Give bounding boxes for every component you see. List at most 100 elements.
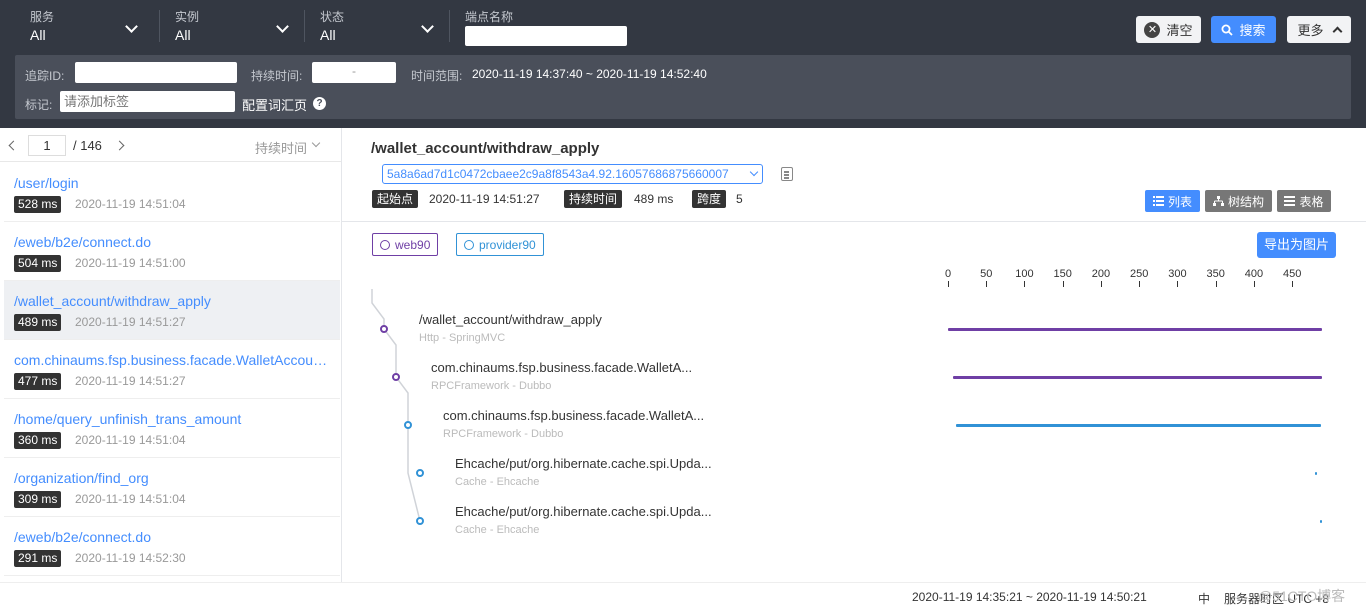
trace-list-item[interactable]: /organization/find_org 309 ms 2020-11-19 1… [4, 458, 340, 517]
instance-select-value: All [175, 27, 191, 43]
trace-timestamp: 2020-11-19 14:51:27 [75, 374, 186, 388]
prev-page-icon[interactable] [8, 140, 19, 151]
export-image-button[interactable]: 导出为图片 [1257, 232, 1336, 258]
instance-select[interactable]: 实例 All [175, 8, 293, 44]
trace-id-input[interactable] [75, 62, 237, 83]
service-select[interactable]: 服务 All [30, 8, 142, 44]
span-component: Cache - Ehcache [455, 476, 540, 488]
trace-timestamp: 2020-11-19 14:51:00 [75, 256, 186, 270]
trace-duration-badge: 489 ms [14, 314, 62, 331]
trace-endpoint[interactable]: /eweb/b2e/connect.do [14, 529, 328, 545]
span-duration-bar[interactable] [948, 328, 1322, 331]
trace-endpoint[interactable]: com.chinaums.fsp.business.facade.WalletA… [14, 352, 328, 368]
span-node[interactable] [380, 325, 388, 333]
axis-tick-label: 200 [1091, 268, 1111, 280]
footer-time-range[interactable]: 2020-11-19 14:35:21 ~ 2020-11-19 14:50:2… [912, 590, 1147, 604]
span-node[interactable] [416, 517, 424, 525]
spans-value: 5 [736, 192, 743, 206]
trace-list-item[interactable]: /wallet_account/withdraw_apply 489 ms 2020… [4, 281, 340, 340]
axis-tick-label: 450 [1282, 268, 1302, 280]
trace-duration-badge: 528 ms [14, 196, 62, 213]
span-name[interactable]: com.chinaums.fsp.business.facade.WalletA… [443, 408, 704, 423]
trace-endpoint[interactable]: /user/login [14, 175, 328, 191]
axis-tick [1177, 281, 1179, 287]
duration-range-input[interactable]: - [312, 62, 396, 83]
duration-tag: 持续时间 [564, 190, 623, 208]
language-toggle[interactable]: 中 [1198, 590, 1210, 607]
trace-id-value: 5a8a6ad7d1c0472cbaee2c9a8f8543a4.92.1605… [387, 167, 729, 181]
axis-tick-label: 300 [1168, 268, 1187, 280]
more-button[interactable]: 更多 [1287, 16, 1351, 43]
tags-input[interactable] [60, 91, 235, 112]
axis-tick-label: 400 [1244, 268, 1264, 280]
page-total: / 146 [73, 138, 102, 153]
trace-id-select[interactable]: 5a8a6ad7d1c0472cbaee2c9a8f8543a4.92.1605… [382, 164, 763, 184]
duration-separator: - [352, 64, 356, 78]
axis-tick [1139, 281, 1141, 287]
service-select-value: All [30, 27, 46, 43]
time-range-label: 时间范围: [411, 69, 463, 83]
span-component: RPCFramework - Dubbo [431, 380, 552, 392]
span-duration-bar[interactable] [1315, 472, 1318, 475]
config-vocab-link[interactable]: 配置词汇页 [242, 95, 307, 114]
trace-endpoint[interactable]: /home/query_unfinish_trans_amount [14, 411, 328, 427]
span-node[interactable] [416, 469, 424, 477]
axis-tick [1024, 281, 1026, 287]
next-page-icon[interactable] [114, 140, 125, 151]
clear-button[interactable]: ✕ 清空 [1136, 16, 1201, 43]
tree-icon [1212, 196, 1224, 206]
status-select[interactable]: 状态 All [320, 8, 438, 44]
search-button[interactable]: 搜索 [1211, 16, 1276, 43]
view-table-button[interactable]: 表格 [1277, 190, 1331, 212]
trace-list-item[interactable]: /eweb/b2e/connect.do 504 ms 2020-11-19 14:… [4, 222, 340, 281]
service-select-label: 服务 [30, 10, 55, 24]
endpoint-input[interactable] [465, 26, 627, 46]
trace-list-panel: 1 / 146 持续时间 /user/login 528 ms 2020-11-19… [0, 128, 342, 582]
span-component: RPCFramework - Dubbo [443, 428, 564, 440]
trace-endpoint[interactable]: /wallet_account/withdraw_apply [14, 293, 328, 309]
copy-icon[interactable] [781, 167, 793, 181]
trace-timestamp: 2020-11-19 14:51:04 [75, 197, 186, 211]
span-node[interactable] [404, 421, 412, 429]
span-name[interactable]: /wallet_account/withdraw_apply [419, 312, 602, 327]
page-number-input[interactable]: 1 [28, 135, 66, 156]
view-list-button[interactable]: 列表 [1145, 190, 1200, 212]
trace-timestamp: 2020-11-19 14:52:30 [75, 551, 186, 565]
span-name[interactable]: Ehcache/put/org.hibernate.cache.spi.Upda… [455, 504, 712, 519]
span-name[interactable]: Ehcache/put/org.hibernate.cache.spi.Upda… [455, 456, 712, 471]
trace-list-item[interactable]: /user/login 528 ms 2020-11-19 14:51:04 [4, 163, 340, 222]
span-duration-bar[interactable] [955, 424, 1322, 427]
list-icon [1152, 196, 1164, 206]
filter-divider [449, 10, 450, 42]
circle-icon [464, 239, 474, 250]
span-name[interactable]: com.chinaums.fsp.business.facade.WalletA… [431, 360, 692, 375]
axis-tick-label: 100 [1015, 268, 1034, 280]
time-range-value[interactable]: 2020-11-19 14:37:40 ~ 2020-11-19 14:52:4… [472, 67, 707, 81]
axis-tick-label: 0 [944, 268, 952, 280]
status-select-value: All [320, 27, 336, 43]
help-icon[interactable]: ? [313, 97, 326, 110]
table-icon [1284, 196, 1296, 206]
trace-endpoint[interactable]: /eweb/b2e/connect.do [14, 234, 328, 250]
span-node[interactable] [392, 373, 400, 381]
chevron-down-icon[interactable] [311, 138, 321, 148]
trace-title: /wallet_account/withdraw_apply [371, 140, 600, 157]
axis-tick [1062, 281, 1064, 287]
span-duration-bar[interactable] [1320, 520, 1323, 523]
sort-select[interactable]: 持续时间 [255, 138, 307, 157]
close-circle-icon: ✕ [1144, 21, 1161, 38]
legend-label: web90 [395, 237, 431, 252]
trace-list-item[interactable]: /eweb/b2e/connect.do 291 ms 2020-11-19 14:… [4, 517, 340, 576]
trace-endpoint[interactable]: /organization/find_org [14, 470, 328, 486]
trace-list-item[interactable]: /home/query_unfinish_trans_amount 360 ms 2… [4, 399, 340, 458]
trace-duration-badge: 291 ms [14, 550, 62, 567]
search-button-label: 搜索 [1239, 23, 1266, 38]
view-tree-label: 树结构 [1227, 194, 1264, 209]
legend-item-web90[interactable]: web90 [372, 233, 439, 256]
span-duration-bar[interactable] [953, 376, 1322, 379]
trace-list-item[interactable]: com.chinaums.fsp.business.facade.WalletA… [4, 340, 340, 399]
pagination: 1 / 146 持续时间 [0, 128, 341, 162]
view-tree-button[interactable]: 树结构 [1205, 190, 1272, 212]
legend-item-provider90[interactable]: provider90 [456, 233, 544, 256]
clear-button-label: 清空 [1166, 23, 1193, 38]
